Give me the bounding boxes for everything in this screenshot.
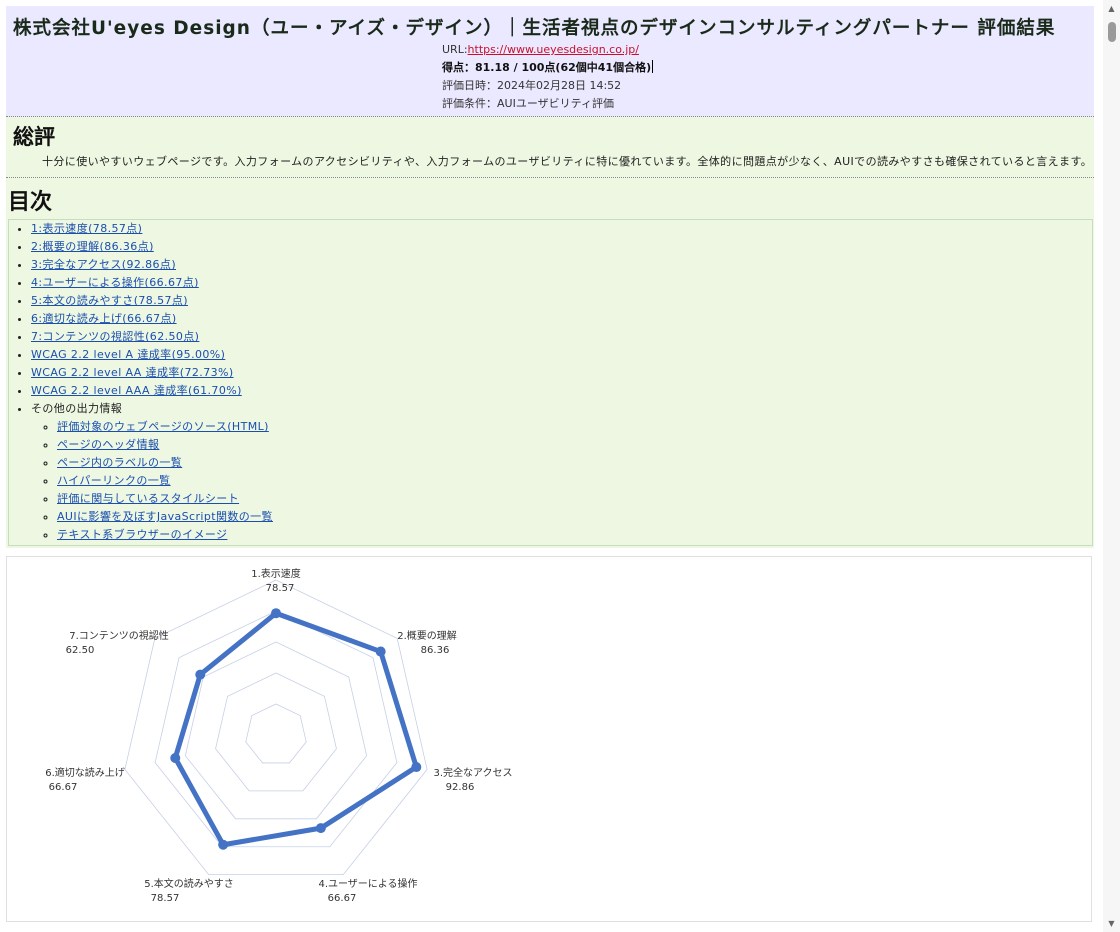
url-label: URL: [442, 43, 468, 56]
toc-item: 5:本文の読みやすさ(78.57点) [31, 292, 1092, 310]
page-title: 株式会社U'eyes Design（ユー・アイズ・デザイン）｜生活者視点のデザイ… [13, 18, 1056, 39]
link-html-source[interactable]: 評価対象のウェブページのソース(HTML) [57, 420, 269, 433]
radar-grid-ring [124, 579, 428, 876]
text-cursor [652, 60, 654, 73]
sub-item: テキスト系ブラウザーのイメージ [57, 526, 1092, 544]
radar-grid-ring [184, 641, 368, 820]
sub-item: ハイパーリンクの一覧 [57, 472, 1092, 490]
toc-item: 6:適切な読み上げ(66.67点) [31, 310, 1092, 328]
radar-value-label: 92.86 [446, 782, 475, 793]
toc-item: 3:完全なアクセス(92.86点) [31, 256, 1092, 274]
sub-item: AUIに影響を及ぼすJavaScript関数の一覧 [57, 508, 1092, 526]
radar-data-point [170, 752, 181, 763]
toc-item: WCAG 2.2 level AA 達成率(72.73%) [31, 364, 1092, 382]
radar-value-label: 62.50 [66, 645, 95, 656]
other-output-list: 評価対象のウェブページのソース(HTML) ページのヘッダ情報 ページ内のラベル… [31, 418, 1092, 544]
report-header: 株式会社U'eyes Design（ユー・アイズ・デザイン）｜生活者視点のデザイ… [6, 6, 1094, 117]
scroll-down-arrow-icon[interactable]: ▼ [1103, 915, 1120, 932]
report-page: 株式会社U'eyes Design（ユー・アイズ・デザイン）｜生活者視点のデザイ… [6, 6, 1094, 548]
toc-link-full-access[interactable]: 3:完全なアクセス(92.86点) [31, 258, 176, 271]
radar-axis-label: 3.完全なアクセス [433, 766, 512, 779]
sub-item: 評価に関与しているスタイルシート [57, 490, 1092, 508]
link-hyperlink-list[interactable]: ハイパーリンクの一覧 [57, 474, 171, 487]
toc-link-reading-aloud[interactable]: 6:適切な読み上げ(66.67点) [31, 312, 177, 325]
toc-item: WCAG 2.2 level A 達成率(95.00%) [31, 346, 1092, 364]
toc-item: 2:概要の理解(86.36点) [31, 238, 1092, 256]
toc-item: 7:コンテンツの視認性(62.50点) [31, 328, 1092, 346]
summary-section: 総評 十分に使いやすいウェブページです。入力フォームのアクセシビリティや、入力フ… [6, 117, 1094, 178]
radar-grid-ring [215, 672, 337, 792]
toc-link-overview[interactable]: 2:概要の理解(86.36点) [31, 240, 154, 253]
summary-heading: 総評 [13, 125, 55, 149]
score-line: 得点：81.18 / 100点(62個中41個合格) [442, 59, 654, 77]
toc-link-display-speed[interactable]: 1:表示速度(78.57点) [31, 222, 142, 235]
radar-chart-panel: 1.表示速度 78.57 2.概要の理解 86.36 3.完全なアクセス 92.86 4.ユ… [6, 556, 1092, 922]
link-header-info[interactable]: ページのヘッダ情報 [57, 438, 159, 451]
link-js-functions[interactable]: AUIに影響を及ぼすJavaScript関数の一覧 [57, 510, 273, 523]
radar-data-point [271, 608, 281, 619]
toc-item: 4:ユーザーによる操作(66.67点) [31, 274, 1092, 292]
link-label-list[interactable]: ページ内のラベルの一覧 [57, 456, 182, 469]
radar-value-label: 78.57 [266, 583, 295, 594]
radar-axis-label: 4.ユーザーによる操作 [318, 877, 417, 890]
url-line: URL:https://www.ueyesdesign.co.jp/ [442, 41, 653, 59]
link-text-browser-image[interactable]: テキスト系ブラウザーのイメージ [57, 528, 227, 541]
evaluation-date: 評価日時：2024年02月28日 14:52 [442, 79, 622, 92]
toc-link-user-operation[interactable]: 4:ユーザーによる操作(66.67点) [31, 276, 199, 289]
toc-link-wcag-aaa[interactable]: WCAG 2.2 level AAA 達成率(61.70%) [31, 384, 242, 397]
sub-item: ページのヘッダ情報 [57, 436, 1092, 454]
toc-heading: 目次 [8, 190, 53, 215]
radar-axis-label: 1.表示速度 [251, 567, 301, 580]
radar-axis-label: 6.適切な読み上げ [45, 766, 125, 779]
summary-text: 十分に使いやすいウェブページです。入力フォームのアクセシビリティや、入力フォーム… [42, 155, 1093, 168]
scrollbar-thumb[interactable] [1108, 22, 1116, 42]
radar-grid-ring [245, 703, 307, 764]
radar-data-point [218, 839, 229, 850]
radar-value-label: 66.67 [49, 782, 78, 793]
toc-section: 目次 1:表示速度(78.57点) 2:概要の理解(86.36点) 3:完全なア… [6, 178, 1094, 548]
scroll-up-arrow-icon[interactable]: ▲ [1103, 0, 1120, 17]
report-meta: URL:https://www.ueyesdesign.co.jp/ 得点：81… [442, 41, 654, 113]
toc-list: 1:表示速度(78.57点) 2:概要の理解(86.36点) 3:完全なアクセス… [9, 220, 1092, 541]
sub-item: 評価対象のウェブページのソース(HTML) [57, 418, 1092, 436]
score-text: 得点：81.18 / 100点(62個中41個合格) [442, 61, 652, 74]
toc-box: 1:表示速度(78.57点) 2:概要の理解(86.36点) 3:完全なアクセス… [8, 219, 1093, 546]
radar-data-point [375, 646, 386, 657]
evaluated-url-link[interactable]: https://www.ueyesdesign.co.jp/ [468, 43, 639, 56]
radar-data-point [195, 669, 206, 680]
evaluation-condition: 評価条件：AUIユーザビリティ評価 [442, 97, 614, 110]
radar-chart: 1.表示速度 78.57 2.概要の理解 86.36 3.完全なアクセス 92.86 4.ユ… [45, 567, 512, 904]
radar-data-point [411, 762, 422, 773]
sub-item: ページ内のラベルの一覧 [57, 454, 1092, 472]
radar-value-label: 86.36 [421, 645, 450, 656]
toc-link-visibility[interactable]: 7:コンテンツの視認性(62.50点) [31, 330, 199, 343]
radar-data-point [315, 823, 326, 834]
vertical-scrollbar[interactable]: ▲ ▼ [1103, 0, 1120, 932]
toc-link-wcag-a[interactable]: WCAG 2.2 level A 達成率(95.00%) [31, 348, 225, 361]
other-output-label: その他の出力情報 [31, 402, 123, 415]
radar-axis-label: 7.コンテンツの視認性 [69, 629, 169, 642]
toc-item: WCAG 2.2 level AAA 達成率(61.70%) [31, 382, 1092, 400]
toc-link-readability[interactable]: 5:本文の読みやすさ(78.57点) [31, 294, 188, 307]
radar-value-label: 66.67 [328, 893, 357, 904]
radar-axis-label: 2.概要の理解 [397, 629, 457, 642]
toc-link-wcag-aa[interactable]: WCAG 2.2 level AA 達成率(72.73%) [31, 366, 234, 379]
radar-value-label: 78.57 [151, 893, 180, 904]
link-stylesheets[interactable]: 評価に関与しているスタイルシート [57, 492, 239, 505]
toc-item-other: その他の出力情報 評価対象のウェブページのソース(HTML) ページのヘッダ情報… [31, 400, 1092, 541]
radar-axis-label: 5.本文の読みやすさ [144, 877, 234, 890]
toc-item: 1:表示速度(78.57点) [31, 220, 1092, 238]
